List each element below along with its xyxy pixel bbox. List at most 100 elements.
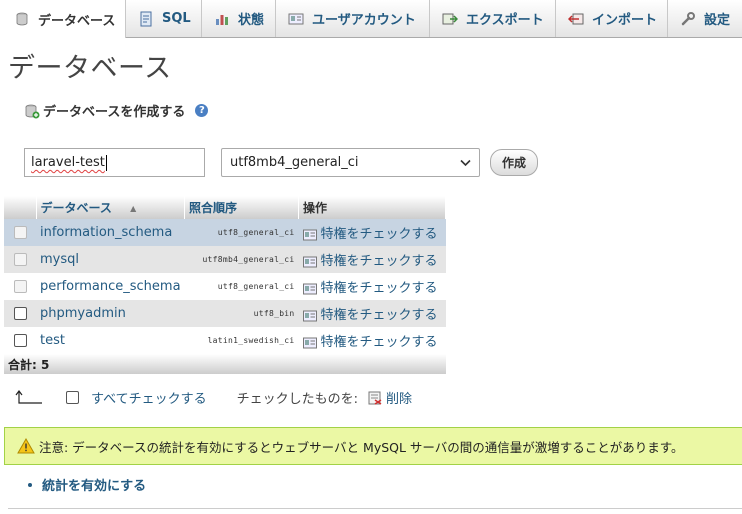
- tab-label: SQL: [162, 11, 191, 26]
- delete-button[interactable]: 削除: [368, 388, 412, 407]
- tab-label: 設定: [704, 13, 731, 28]
- privileges-icon: [302, 310, 317, 321]
- header-collation[interactable]: 照合順序: [184, 196, 300, 219]
- text-caret: [105, 154, 107, 171]
- database-name-link[interactable]: mysql: [36, 246, 185, 273]
- tab-databases[interactable]: データベース: [0, 0, 126, 38]
- database-collation: utf8_general_ci: [184, 219, 299, 246]
- status-icon: [216, 14, 228, 25]
- row-checkbox: [13, 280, 27, 293]
- list-bullet: [28, 482, 32, 487]
- notice-text: 注意: データベースの統計を有効にするとウェブサーバと MySQL サーバの間の…: [39, 439, 684, 455]
- database-name-link[interactable]: information_schema: [36, 219, 185, 246]
- database-name-link[interactable]: test: [36, 327, 185, 354]
- tab-settings[interactable]: 設定: [668, 0, 742, 37]
- sql-icon: [140, 11, 152, 26]
- tab-sql[interactable]: SQL: [126, 0, 202, 37]
- wrench-icon: [681, 11, 695, 25]
- check-all-toggle[interactable]: すべてチェックする: [66, 388, 207, 407]
- chevron-down-icon: [460, 159, 471, 166]
- database-collation: utf8mb4_general_ci: [184, 246, 299, 273]
- row-checkbox-cell: [4, 246, 36, 273]
- header-database[interactable]: データベース ▲: [36, 196, 186, 219]
- row-checkbox-cell: [4, 273, 36, 300]
- database-name-link[interactable]: performance_schema: [36, 273, 185, 300]
- row-checkbox-cell: [4, 219, 36, 246]
- tab-label: ユーザアカウント: [312, 13, 416, 28]
- row-checkbox[interactable]: [13, 307, 27, 320]
- privileges-icon: [302, 283, 317, 294]
- arrow-ltr-icon: [15, 389, 42, 404]
- with-selected-label: チェックしたものを:: [236, 392, 358, 407]
- check-privileges-link[interactable]: 特権をチェックする: [298, 246, 446, 273]
- table-row[interactable]: mysql utf8mb4_general_ci 特権をチェックする: [4, 246, 446, 273]
- check-all-checkbox[interactable]: [66, 391, 79, 404]
- import-icon: [568, 13, 584, 24]
- help-icon[interactable]: ?: [195, 104, 209, 117]
- row-checkbox: [13, 226, 27, 239]
- check-privileges-link[interactable]: 特権をチェックする: [298, 300, 446, 327]
- check-privileges-label[interactable]: 特権をチェックする: [321, 335, 438, 350]
- table-total-row: 合計: 5: [4, 354, 446, 374]
- table-row[interactable]: information_schema utf8_general_ci 特権をチェック…: [4, 219, 446, 246]
- enable-statistics-link[interactable]: 統計を有効にする: [42, 475, 146, 494]
- export-icon: [442, 13, 458, 24]
- bulk-actions: すべてチェックする チェックしたものを: 削除: [14, 388, 412, 407]
- tab-status[interactable]: 状態: [202, 0, 276, 37]
- check-privileges-link[interactable]: 特権をチェックする: [298, 273, 446, 300]
- total-count: 合計: 5: [4, 354, 446, 374]
- check-privileges-label[interactable]: 特権をチェックする: [321, 308, 438, 323]
- tab-export[interactable]: エクスポート: [430, 0, 556, 37]
- tab-label: エクスポート: [466, 13, 544, 28]
- row-checkbox: [13, 253, 27, 266]
- row-checkbox[interactable]: [13, 334, 27, 347]
- database-collation: latin1_swedish_ci: [184, 327, 299, 354]
- check-privileges-label[interactable]: 特権をチェックする: [321, 227, 438, 242]
- enable-statistics-item: 統計を有効にする: [28, 475, 146, 494]
- header-action: 操作: [298, 196, 446, 219]
- sort-by-database-link[interactable]: データベース: [41, 201, 112, 215]
- page-title: データベース: [8, 53, 172, 84]
- tab-label: 状態: [238, 13, 265, 28]
- statistics-notice: 注意: データベースの統計を有効にするとウェブサーバと MySQL サーバの間の…: [4, 427, 742, 465]
- create-database-button[interactable]: 作成: [490, 149, 538, 176]
- database-icon: [16, 12, 28, 26]
- tab-label: インポート: [592, 13, 658, 28]
- create-database-heading: データベースを作成する ?: [24, 101, 209, 120]
- tab-import[interactable]: インポート: [556, 0, 668, 37]
- delete-icon: [368, 391, 382, 405]
- row-checkbox-cell: [4, 327, 36, 354]
- warning-icon: [17, 438, 35, 454]
- row-checkbox-cell: [4, 300, 36, 327]
- check-privileges-label[interactable]: 特権をチェックする: [321, 281, 438, 296]
- header-checkbox-cell: [4, 196, 37, 219]
- sort-by-collation-link[interactable]: 照合順序: [189, 201, 237, 215]
- sort-ascending-icon: ▲: [130, 204, 137, 213]
- databases-table: データベース ▲ 照合順序 操作 information_schema utf8_…: [4, 196, 446, 374]
- table-row[interactable]: phpmyadmin utf8_bin 特権をチェックする: [4, 300, 446, 327]
- check-privileges-link[interactable]: 特権をチェックする: [298, 219, 446, 246]
- table-header-row: データベース ▲ 照合順序 操作: [4, 196, 446, 219]
- check-privileges-label[interactable]: 特権をチェックする: [321, 254, 438, 269]
- delete-label[interactable]: 削除: [386, 388, 412, 407]
- top-tab-bar: データベース SQL 状態 ユーザアカウント エクスポート インポート 設定: [0, 0, 742, 38]
- collation-select[interactable]: utf8mb4_general_ci: [221, 148, 480, 177]
- tab-user-accounts[interactable]: ユーザアカウント: [276, 0, 430, 37]
- database-name-input[interactable]: laravel-test: [24, 148, 205, 177]
- database-name-link[interactable]: phpmyadmin: [36, 300, 185, 327]
- privileges-icon: [302, 229, 317, 240]
- database-collation: utf8_bin: [184, 300, 299, 327]
- database-add-icon: [25, 104, 40, 118]
- check-all-label[interactable]: すべてチェックする: [91, 388, 207, 407]
- table-row[interactable]: test latin1_swedish_ci 特権をチェックする: [4, 327, 446, 354]
- create-database-title: データベースを作成する: [43, 105, 186, 120]
- users-icon: [288, 13, 304, 24]
- database-name-value: laravel-test: [31, 155, 105, 170]
- tab-label: データベース: [38, 13, 116, 29]
- table-row[interactable]: performance_schema utf8_general_ci 特権をチェック…: [4, 273, 446, 300]
- check-privileges-link[interactable]: 特権をチェックする: [298, 327, 446, 354]
- privileges-icon: [302, 337, 317, 348]
- collation-selected-value: utf8mb4_general_ci: [230, 155, 359, 170]
- privileges-icon: [302, 256, 317, 267]
- database-collation: utf8_general_ci: [184, 273, 299, 300]
